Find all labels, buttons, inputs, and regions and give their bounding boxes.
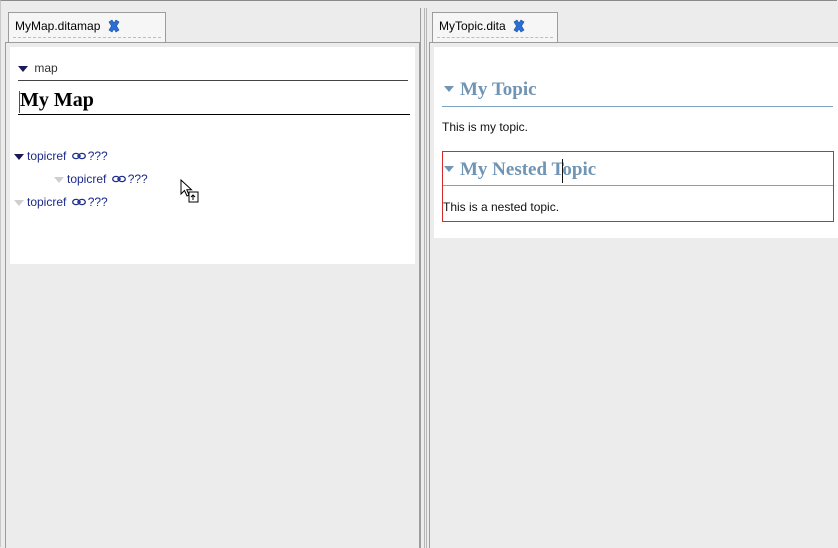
topicref-target[interactable]: ??? <box>88 195 108 209</box>
collapse-triangle-icon[interactable] <box>18 65 28 72</box>
map-tab-bar: MyMap.ditamap <box>5 8 420 43</box>
topic-title[interactable]: My Topic <box>444 79 537 101</box>
map-element-label: map <box>34 61 58 75</box>
collapse-triangle-icon[interactable] <box>444 85 454 92</box>
topic-editor-area[interactable]: My Topic This is my topic. My Nested Top… <box>429 43 838 548</box>
map-title-text: My Map <box>20 89 94 111</box>
splitter-grip <box>424 8 425 548</box>
topicref-label: topicref <box>67 172 107 186</box>
topicref-target[interactable]: ??? <box>128 172 148 186</box>
map-editor-pane: MyMap.ditamap map My Map topicref ??? to… <box>5 8 420 548</box>
topicref-row-nested[interactable]: topicref ??? <box>54 172 148 186</box>
topicref-label: topicref <box>27 149 67 163</box>
close-icon[interactable] <box>512 19 526 33</box>
collapse-triangle-icon[interactable] <box>444 165 454 172</box>
expand-triangle-icon[interactable] <box>14 153 24 160</box>
tab-mytopic-dita[interactable]: MyTopic.dita <box>432 12 558 42</box>
drag-hand-cursor-icon <box>180 178 202 208</box>
tab-label: MyTopic.dita <box>439 18 506 33</box>
splitter-grip <box>426 8 427 548</box>
pane-splitter[interactable] <box>420 8 429 548</box>
topic-paragraph[interactable]: This is my topic. <box>442 120 528 134</box>
topic-tab-bar: MyTopic.dita <box>429 8 838 43</box>
tab-map-ditamap[interactable]: MyMap.ditamap <box>8 12 166 42</box>
tab-drag-strip <box>437 34 553 38</box>
heading-underline <box>443 185 833 186</box>
topic-title-text: My Topic <box>460 79 537 100</box>
nested-topic-title-text: My Nested Topic <box>460 159 597 180</box>
map-element-header[interactable]: map <box>18 61 408 81</box>
nested-topic-paragraph[interactable]: This is a nested topic. <box>443 200 559 214</box>
topicref-row[interactable]: topicref ??? <box>14 195 108 209</box>
heading-underline <box>442 106 833 107</box>
topic-editor-pane: MyTopic.dita My Topic This is my topic. … <box>429 8 838 548</box>
nested-topic-title[interactable]: My Nested Topic <box>444 159 596 181</box>
topicref-target[interactable]: ??? <box>88 149 108 163</box>
text-caret <box>562 159 563 183</box>
topicref-row[interactable]: topicref ??? <box>14 149 108 163</box>
close-icon[interactable] <box>107 19 121 33</box>
map-title[interactable]: My Map <box>18 89 410 115</box>
chain-link-icon <box>71 151 86 163</box>
topic-document[interactable]: My Topic This is my topic. My Nested Top… <box>434 47 838 238</box>
map-editor-area[interactable]: map My Map topicref ??? topicref ??? top… <box>5 43 420 548</box>
chain-link-icon <box>71 197 86 209</box>
text-caret <box>19 91 20 113</box>
expand-triangle-icon[interactable] <box>14 199 24 206</box>
tab-label: MyMap.ditamap <box>15 18 101 33</box>
tab-drag-strip <box>13 34 161 38</box>
topicref-label: topicref <box>27 195 67 209</box>
expand-triangle-icon[interactable] <box>54 176 64 183</box>
map-document[interactable]: map My Map topicref ??? topicref ??? top… <box>10 47 415 264</box>
chain-link-icon <box>111 174 126 186</box>
